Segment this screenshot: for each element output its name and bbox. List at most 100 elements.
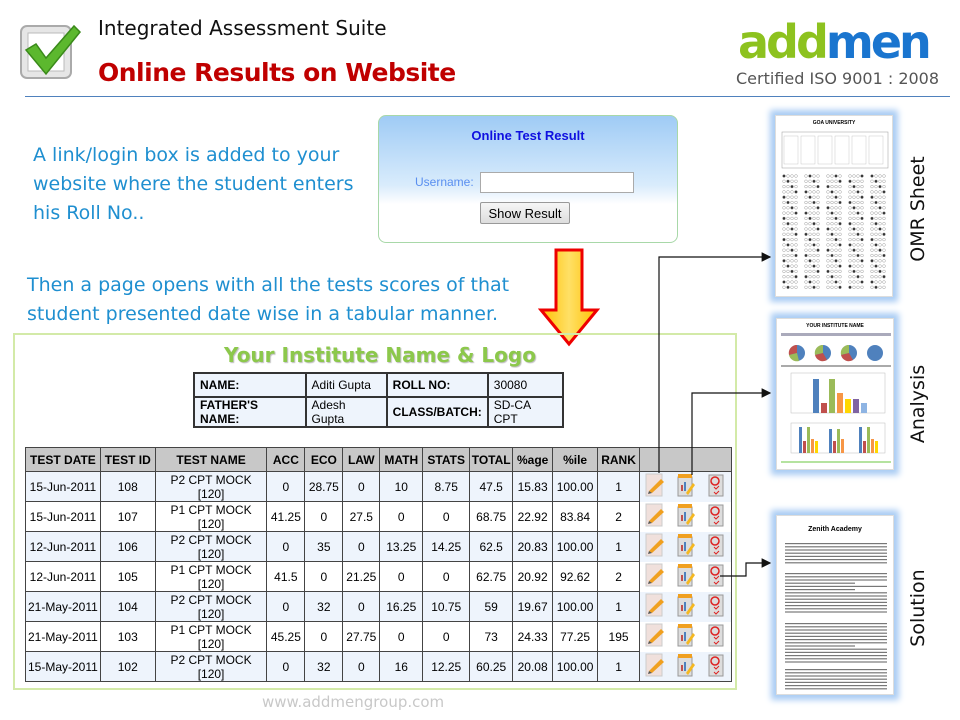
table-cell: 108 [99,471,156,502]
table-cell: 0 [266,651,306,682]
show-result-button[interactable]: Show Result [480,202,570,224]
table-cell: 106 [99,531,156,562]
table-cell: 0 [304,621,344,652]
table-cell: P2 CPT MOCK [120] [154,471,268,502]
omr-sheet-icon[interactable] [645,593,665,620]
solution-icon[interactable] [706,563,726,590]
table-cell: 0 [342,531,381,562]
omr-sheet-icon[interactable] [645,503,665,530]
results-table: TEST DATE TEST ID TEST NAME ACC ECO LAW MATH ST… [25,447,732,682]
table-cell: 24.33 [512,621,554,652]
analysis-preview: YOUR INSTITUTE NAME [776,318,894,470]
iso-certification: Certified ISO 9001 : 2008 [736,69,940,88]
class-label: CLASS/BATCH: [385,396,489,428]
table-cell: 15-Jun-2011 [25,471,101,502]
table-cell: 15.83 [512,471,554,502]
table-cell: P2 CPT MOCK [120] [154,591,268,622]
table-cell: 0 [379,501,424,532]
table-cell: P2 CPT MOCK [120] [154,651,268,682]
table-cell: 77.25 [552,621,599,652]
solution-icon[interactable] [706,503,726,530]
table-cell: 100.00 [552,531,599,562]
icons-column-header [639,447,732,472]
table-cell: 27.75 [342,621,381,652]
table-cell: P1 CPT MOCK [120] [154,501,268,532]
omr-sheet-icon[interactable] [645,473,665,500]
login-title: Online Test Result [471,128,585,143]
table-cell: 45.25 [266,621,306,652]
omr-sheet-preview: GOA UNIVERSITY [775,115,893,297]
table-cell: 0 [342,471,381,502]
omr-sheet-icon[interactable] [645,623,665,650]
column-header: TOTAL [469,447,514,472]
roll-label: ROLL NO: [385,372,489,398]
column-header: ECO [304,447,344,472]
table-row: 15-May-2011 102 P2 CPT MOCK [120] 0 32 0 16 12.… [25,651,732,682]
analysis-icon[interactable] [676,533,696,560]
analysis-icon[interactable] [676,623,696,650]
omr-sheet-icon[interactable] [645,563,665,590]
analysis-icon[interactable] [676,503,696,530]
table-row: 15-Jun-2011 108 P2 CPT MOCK [120] 0 28.75 0 10… [25,471,732,502]
table-cell: 73 [469,621,514,652]
table-cell: 2 [597,501,641,532]
analysis-icon[interactable] [676,563,696,590]
solution-icon[interactable] [706,623,726,650]
solution-icon[interactable] [706,473,726,500]
column-header: %ile [552,447,599,472]
table-cell: 10.75 [422,591,471,622]
omr-sheet-icon[interactable] [645,653,665,680]
table-cell: 15-Jun-2011 [25,501,101,532]
table-cell: 62.5 [469,531,514,562]
solution-icon[interactable] [706,653,726,680]
student-name: Aditi Gupta [304,372,388,398]
table-cell: 105 [99,561,156,592]
analysis-icon[interactable] [676,473,696,500]
table-cell: 1 [597,651,641,682]
table-cell: 0 [266,471,306,502]
table-cell: 0 [379,561,424,592]
table-cell: 41.5 [266,561,306,592]
table-cell: 1 [597,531,641,562]
table-cell: 16 [379,651,424,682]
table-cell: 27.5 [342,501,381,532]
solution-preview: Zenith Academy [776,515,894,695]
omr-sheet-label: OMR Sheet [907,156,929,262]
column-header: STATS [422,447,471,472]
table-cell: 100.00 [552,651,599,682]
table-row: 21-May-2011 103 P1 CPT MOCK [120] 45.25 0 27.… [25,621,732,652]
table-cell: 0 [422,501,471,532]
table-row: 12-Jun-2011 106 P2 CPT MOCK [120] 0 35 0 13.25… [25,531,732,562]
table-row: 21-May-2011 104 P2 CPT MOCK [120] 0 32 0 16.25… [25,591,732,622]
table-cell: 32 [304,651,344,682]
table-cell: 12-Jun-2011 [25,561,101,592]
analysis-icon[interactable] [676,593,696,620]
intro-text: A link/login box is added to your websit… [33,144,354,224]
username-input[interactable] [480,172,634,193]
website-url: www.addmengroup.com [262,693,445,711]
solution-heading: Zenith Academy [808,526,862,533]
column-header: %age [512,447,554,472]
table-cell: 47.5 [469,471,514,502]
institute-name: Your Institute Name & Logo [224,343,536,367]
table-cell: 35 [304,531,344,562]
username-label: Username: [415,175,474,189]
column-header: ACC [266,447,306,472]
table-cell: 1 [597,471,641,502]
table-cell: 100.00 [552,471,599,502]
table-cell: 19.67 [512,591,554,622]
column-header: RANK [597,447,641,472]
solution-icon[interactable] [706,533,726,560]
table-cell: 32 [304,591,344,622]
header-divider [25,96,950,97]
omr-sheet-icon[interactable] [645,533,665,560]
table-cell: 10 [379,471,424,502]
father-label: FATHER'S NAME: [193,396,307,428]
solution-icon[interactable] [706,593,726,620]
table-cell: 20.83 [512,531,554,562]
table-cell: P1 CPT MOCK [120] [154,561,268,592]
table-cell: 103 [99,621,156,652]
table-cell: 1 [597,591,641,622]
analysis-icon[interactable] [676,653,696,680]
table-cell: 195 [597,621,641,652]
